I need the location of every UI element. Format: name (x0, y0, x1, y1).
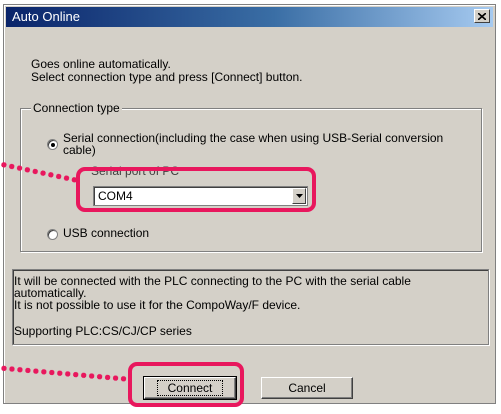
serial-connection-label-line-1[interactable]: Serial connection(including the case whe… (63, 131, 443, 145)
close-button[interactable] (474, 9, 490, 23)
info-text-line-3: It is not possible to use it for the Com… (14, 298, 301, 312)
intro-text-line-1: Goes online automatically. (31, 57, 171, 71)
cancel-button[interactable]: Cancel (261, 377, 353, 399)
usb-connection-radio[interactable] (47, 229, 58, 240)
serial-port-highlight (76, 167, 316, 212)
info-panel: It will be connected with the PLC connec… (12, 269, 489, 345)
connection-type-legend: Connection type (31, 101, 122, 115)
intro-text-line-2: Select connection type and press [Connec… (31, 70, 303, 84)
serial-connection-label-line-2[interactable]: cable) (63, 143, 96, 157)
screenshot-page: Auto Online Goes online automatically. S… (0, 0, 501, 414)
cancel-button-label: Cancel (288, 381, 326, 395)
info-text-line-4: Supporting PLC:CS/CJ/CP series (14, 324, 192, 338)
usb-connection-label[interactable]: USB connection (63, 226, 149, 240)
close-icon (478, 12, 486, 20)
title-bar: Auto Online (6, 7, 493, 27)
serial-connection-radio[interactable] (47, 139, 58, 150)
connect-button-highlight (128, 362, 244, 407)
window-title: Auto Online (12, 9, 80, 24)
